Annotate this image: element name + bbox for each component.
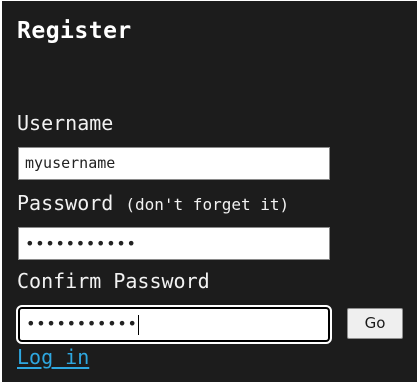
confirm-password-field[interactable]: •••••••••••	[16, 305, 332, 344]
text-caret	[138, 314, 140, 335]
password-label: Password (don't forget it)	[17, 191, 289, 215]
login-link[interactable]: Log in	[17, 345, 89, 369]
password-field[interactable]: •••••••••••	[18, 227, 330, 260]
form-title: Register	[17, 18, 132, 44]
password-label-text: Password	[17, 191, 114, 215]
go-button[interactable]: Go	[347, 308, 403, 339]
confirm-password-value: •••••••••••	[26, 314, 138, 333]
username-label: Username	[17, 111, 114, 135]
username-field[interactable]: myusername	[18, 147, 330, 180]
password-hint: (don't forget it)	[125, 195, 290, 214]
register-panel: Register Username myusername Password (d…	[2, 1, 417, 382]
confirm-password-label: Confirm Password	[17, 269, 210, 293]
